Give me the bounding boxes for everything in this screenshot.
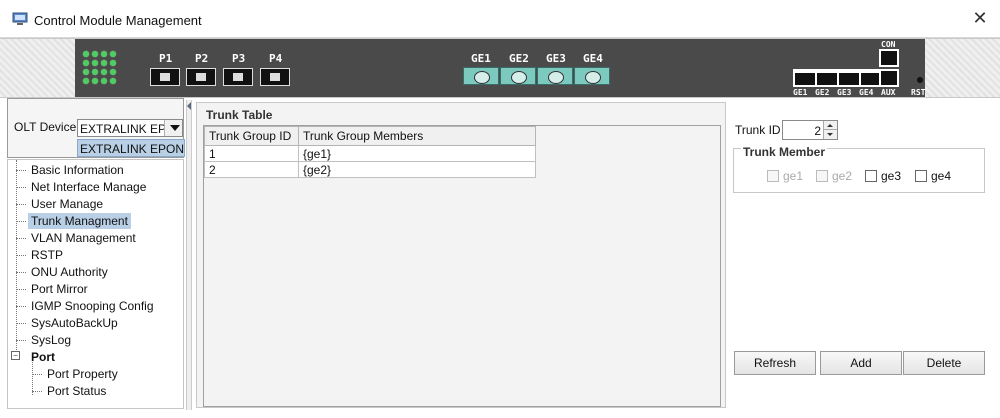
window-title: Control Module Management — [34, 13, 202, 28]
column-header-trunk-group-members[interactable]: Trunk Group Members — [298, 126, 536, 146]
pon-port-2[interactable] — [186, 68, 216, 86]
ge-port-label: GE4 — [583, 52, 603, 65]
trunk-id-label: Trunk ID — [735, 123, 781, 137]
trunk-id-value[interactable]: 2 — [814, 124, 821, 138]
cell-trunk-group-members[interactable]: {ge2} — [298, 161, 536, 178]
member-checkbox-ge2[interactable]: ge2 — [816, 169, 852, 183]
member-checkbox-ge4[interactable]: ge4 — [915, 169, 951, 183]
cell-trunk-group-members[interactable]: {ge1} — [298, 145, 536, 162]
nav-rstp[interactable]: RSTP — [28, 247, 66, 263]
rear-label: GE2 — [815, 88, 830, 97]
cell-trunk-group-id[interactable]: 2 — [204, 161, 299, 178]
add-button[interactable]: Add — [820, 351, 902, 375]
nav-igmp-snooping-config[interactable]: IGMP Snooping Config — [28, 298, 157, 314]
nav-user-manage[interactable]: User Manage — [28, 196, 106, 212]
tree-line — [16, 160, 17, 360]
ge-rj45-port-2[interactable] — [815, 69, 839, 87]
nav-net-interface-manage[interactable]: Net Interface Manage — [28, 179, 149, 195]
nav-port-mirror[interactable]: Port Mirror — [28, 281, 91, 297]
ge-port-label: GE2 — [509, 52, 529, 65]
olt-selector-panel: OLT Device EXTRALINK EPON ... EXTRALINK … — [7, 98, 185, 158]
olt-chassis: P1 P2 P3 P4 GE1 GE2 GE3 GE4 GE1 GE2 GE3 … — [75, 39, 925, 97]
table-row[interactable]: 2 {ge2} — [204, 161, 536, 178]
pon-port-label: P1 — [159, 52, 173, 65]
nav-trunk-managment[interactable]: Trunk Managment — [28, 213, 131, 229]
cell-trunk-group-id[interactable]: 1 — [204, 145, 299, 162]
olt-device-selected: EXTRALINK EPON ... — [80, 122, 164, 136]
ge-rj45-port-1[interactable] — [793, 69, 817, 87]
chevron-down-icon[interactable] — [164, 120, 182, 136]
nav-onu-authority[interactable]: ONU Authority — [28, 264, 111, 280]
nav-port-status[interactable]: Port Status — [44, 383, 109, 399]
panel-texture — [0, 39, 75, 97]
rear-label: AUX — [881, 88, 896, 97]
pon-port-4[interactable] — [260, 68, 290, 86]
nav-basic-information[interactable]: Basic Information — [28, 162, 127, 178]
olt-device-label: OLT Device — [14, 120, 77, 134]
ge-rj45-port-3[interactable] — [837, 69, 861, 87]
rear-label: GE4 — [859, 88, 874, 97]
rear-label: GE1 — [793, 88, 808, 97]
chevron-up-icon[interactable] — [824, 121, 837, 130]
panel-texture — [925, 39, 1000, 97]
checkbox-icon[interactable] — [767, 170, 779, 182]
pon-port-label: P3 — [232, 52, 246, 65]
collapse-left-icon[interactable] — [187, 102, 191, 110]
close-icon[interactable]: ✕ — [970, 8, 990, 28]
checkbox-icon[interactable] — [915, 170, 927, 182]
trunk-id-spinner[interactable]: 2 — [782, 120, 838, 140]
trunk-table-viewport: Trunk Group ID Trunk Group Members 1 {ge… — [203, 125, 721, 407]
trunk-table: Trunk Group ID Trunk Group Members 1 {ge… — [204, 126, 536, 178]
ge-port-label: GE1 — [471, 52, 491, 65]
member-checkbox-ge1[interactable]: ge1 — [767, 169, 803, 183]
rear-label: RST — [911, 88, 926, 97]
table-row[interactable]: 1 {ge1} — [204, 145, 536, 162]
delete-button[interactable]: Delete — [903, 351, 985, 375]
nav-port-property[interactable]: Port Property — [44, 366, 121, 382]
checkbox-icon[interactable] — [816, 170, 828, 182]
ge-port-label: GE3 — [546, 52, 566, 65]
console-port[interactable] — [879, 49, 899, 67]
aux-port[interactable] — [879, 69, 899, 87]
pon-port-3[interactable] — [223, 68, 253, 86]
ge-sfp-port-2[interactable] — [500, 67, 536, 85]
reset-button[interactable] — [917, 77, 923, 83]
trunk-member-title: Trunk Member — [741, 145, 828, 159]
trunk-table-panel: Trunk Table Trunk Group ID Trunk Group M… — [196, 102, 726, 408]
nav-syslog[interactable]: SysLog — [28, 332, 74, 348]
refresh-button[interactable]: Refresh — [734, 351, 816, 375]
member-checkbox-ge3[interactable]: ge3 — [865, 169, 901, 183]
chevron-down-icon[interactable] — [824, 130, 837, 139]
collapse-icon[interactable]: − — [11, 351, 20, 360]
status-leds — [83, 51, 119, 87]
spinner-buttons — [823, 121, 837, 139]
computer-icon — [12, 12, 28, 25]
ge-sfp-port-4[interactable] — [574, 67, 610, 85]
nav-vlan-management[interactable]: VLAN Management — [28, 230, 139, 246]
nav-sysautobackup[interactable]: SysAutoBackUp — [28, 315, 121, 331]
pon-port-1[interactable] — [150, 68, 180, 86]
trunk-table-title: Trunk Table — [206, 108, 273, 122]
trunk-member-group: Trunk Member ge1 ge2 ge3 ge4 — [733, 145, 985, 193]
navigation-tree: Basic Information Net Interface Manage U… — [7, 159, 184, 409]
console-label: CON — [881, 40, 896, 49]
column-header-trunk-group-id[interactable]: Trunk Group ID — [204, 126, 299, 146]
olt-device-select[interactable]: EXTRALINK EPON ... — [77, 119, 183, 137]
checkbox-icon[interactable] — [865, 170, 877, 182]
rear-label: GE3 — [837, 88, 852, 97]
title-bar: Control Module Management ✕ — [0, 0, 1000, 38]
ge-sfp-port-1[interactable] — [463, 67, 499, 85]
olt-device-option[interactable]: EXTRALINK EPON ... — [77, 139, 185, 157]
split-pane-divider[interactable] — [186, 100, 192, 410]
pon-port-label: P4 — [269, 52, 283, 65]
device-panel: P1 P2 P3 P4 GE1 GE2 GE3 GE4 GE1 GE2 GE3 … — [0, 38, 1000, 98]
ge-sfp-port-3[interactable] — [537, 67, 573, 85]
pon-port-label: P2 — [195, 52, 209, 65]
